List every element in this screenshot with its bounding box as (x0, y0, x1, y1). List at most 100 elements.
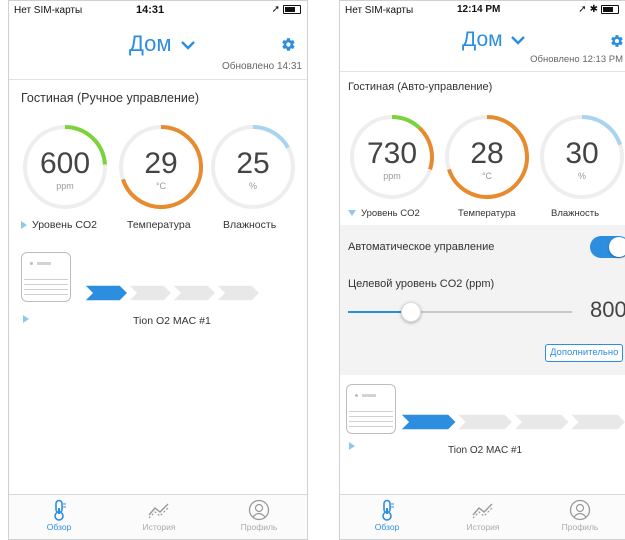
auto-control-toggle[interactable] (590, 236, 625, 258)
home-title: Дом (462, 28, 503, 51)
more-settings-button[interactable]: Дополнительно (545, 344, 624, 362)
chevron-down-icon (180, 40, 195, 50)
device-name[interactable]: Tion O2 MAC #1 (448, 445, 522, 456)
gauge-value: 28 (470, 137, 504, 170)
divider (340, 71, 625, 72)
home-title: Дом (129, 31, 172, 56)
tab-bar: Обзор История Профиль (340, 494, 625, 539)
expand-arrow-icon (21, 221, 27, 230)
status-time: 14:31 (136, 4, 165, 16)
device-grille (24, 284, 68, 285)
gauge-label-co2: Уровень CO2 (361, 208, 420, 219)
location-icon: ➚ (271, 4, 280, 15)
device-name[interactable]: Tion O2 MAC #1 (133, 315, 211, 327)
gauge-unit: ppm (56, 181, 74, 191)
gear-icon[interactable] (281, 37, 296, 52)
target-co2-label: Целевой уровень CO2 (ppm) (348, 278, 495, 290)
gauge-humidity[interactable]: 30 % (538, 113, 625, 201)
tab-history[interactable]: История (448, 499, 518, 532)
gauge-label-humidity: Влажность (223, 219, 277, 231)
status-bar: Нет SIM-карты 12:14 PM ➚ ✱ (340, 1, 625, 19)
gauge-temperature[interactable]: 28 °C (443, 113, 531, 201)
gauge-label-temperature: Температура (458, 208, 516, 219)
device-icon[interactable] (21, 252, 71, 302)
device-expand-icon[interactable] (349, 442, 355, 450)
device-led (30, 262, 33, 265)
fan-speed-step[interactable] (567, 413, 625, 431)
status-right-icons: ➚ ✱ (578, 4, 619, 15)
fan-speed-step[interactable] (214, 284, 260, 302)
co2-label-toggle[interactable]: Уровень CO2 (348, 208, 420, 219)
bluetooth-icon: ✱ (589, 4, 598, 15)
tab-profile[interactable]: Профиль (224, 499, 294, 532)
device-grille (24, 289, 68, 290)
gauge-label-humidity: Влажность (551, 208, 600, 219)
room-title: Гостиная (Авто-управление) (348, 81, 493, 93)
gauge-value: 30 (565, 137, 599, 170)
gauge-value: 600 (39, 147, 91, 180)
co2-label-toggle[interactable]: Уровень CO2 (21, 219, 97, 231)
fan-speed-step[interactable] (84, 284, 130, 302)
auto-control-panel: Автоматическое управление Целевой уровен… (340, 225, 625, 375)
fan-speed-indicator[interactable] (400, 413, 625, 431)
chevron-down-icon (511, 36, 526, 45)
gauge-label-temperature: Температура (127, 219, 191, 231)
tab-history[interactable]: История (124, 499, 194, 532)
battery-icon (283, 5, 301, 14)
gauge-humidity[interactable]: 25 % (209, 123, 297, 211)
device-grille (349, 411, 393, 412)
device-grille (24, 294, 68, 295)
location-icon: ➚ (578, 4, 587, 15)
tab-label: Профиль (240, 522, 278, 532)
home-selector[interactable]: Дом (462, 28, 526, 52)
carrier-label: Нет SIM-карты (345, 5, 414, 16)
device-grille (349, 426, 393, 427)
status-time: 12:14 PM (457, 4, 501, 15)
updated-label: Обновлено 14:31 (222, 61, 302, 72)
chart-icon (472, 503, 493, 519)
device-expand-icon[interactable] (23, 315, 29, 323)
target-co2-value: 800 (590, 297, 625, 322)
fan-speed-step[interactable] (126, 284, 174, 302)
phone-screen-auto: Нет SIM-карты 12:14 PM ➚ ✱ Дом Обновлено… (339, 0, 625, 540)
fan-speed-step[interactable] (454, 413, 515, 431)
tab-overview[interactable]: Обзор (24, 499, 94, 532)
divider (9, 79, 307, 80)
target-co2-slider-knob[interactable] (400, 302, 421, 322)
gauge-value: 730 (366, 137, 418, 170)
tab-bar: Обзор История Профиль (9, 494, 307, 539)
gauge-label-co2: Уровень CO2 (32, 219, 97, 231)
phone-screen-manual: Нет SIM-карты 14:31 ➚ Дом Обновлено 14:3… (8, 0, 308, 540)
room-title: Гостиная (Ручное управление) (21, 91, 200, 105)
thermometer-icon (54, 499, 66, 521)
tab-profile[interactable]: Профиль (545, 499, 615, 532)
tab-label: Обзор (374, 522, 400, 532)
device-display (362, 394, 376, 397)
gauge-co2[interactable]: 730 ppm (348, 113, 436, 201)
tab-overview[interactable]: Обзор (352, 499, 422, 532)
thermometer-icon (382, 499, 394, 521)
device-icon[interactable] (346, 384, 396, 434)
device-led (355, 394, 358, 397)
gauge-temperature[interactable]: 29 °C (117, 123, 205, 211)
fan-speed-indicator[interactable] (84, 284, 260, 302)
gauge-unit: °C (155, 181, 167, 191)
fan-speed-step[interactable] (170, 284, 218, 302)
device-grille (24, 279, 68, 280)
gauge-co2[interactable]: 600 ppm (21, 123, 109, 211)
device-grille (349, 421, 393, 422)
status-bar: Нет SIM-карты 14:31 ➚ (9, 1, 307, 19)
gauge-value: 29 (144, 147, 178, 180)
home-selector[interactable]: Дом (129, 31, 195, 57)
gear-icon[interactable] (610, 34, 624, 48)
profile-icon (569, 499, 591, 521)
fan-speed-step[interactable] (511, 413, 571, 431)
gauge-unit: °C (481, 171, 493, 181)
device-display (37, 262, 51, 265)
toggle-knob (609, 237, 625, 257)
tab-label: Обзор (46, 522, 72, 532)
battery-icon (601, 5, 619, 14)
gauge-value: 25 (236, 147, 270, 180)
gauge-unit: % (577, 171, 586, 181)
fan-speed-step[interactable] (400, 413, 458, 431)
